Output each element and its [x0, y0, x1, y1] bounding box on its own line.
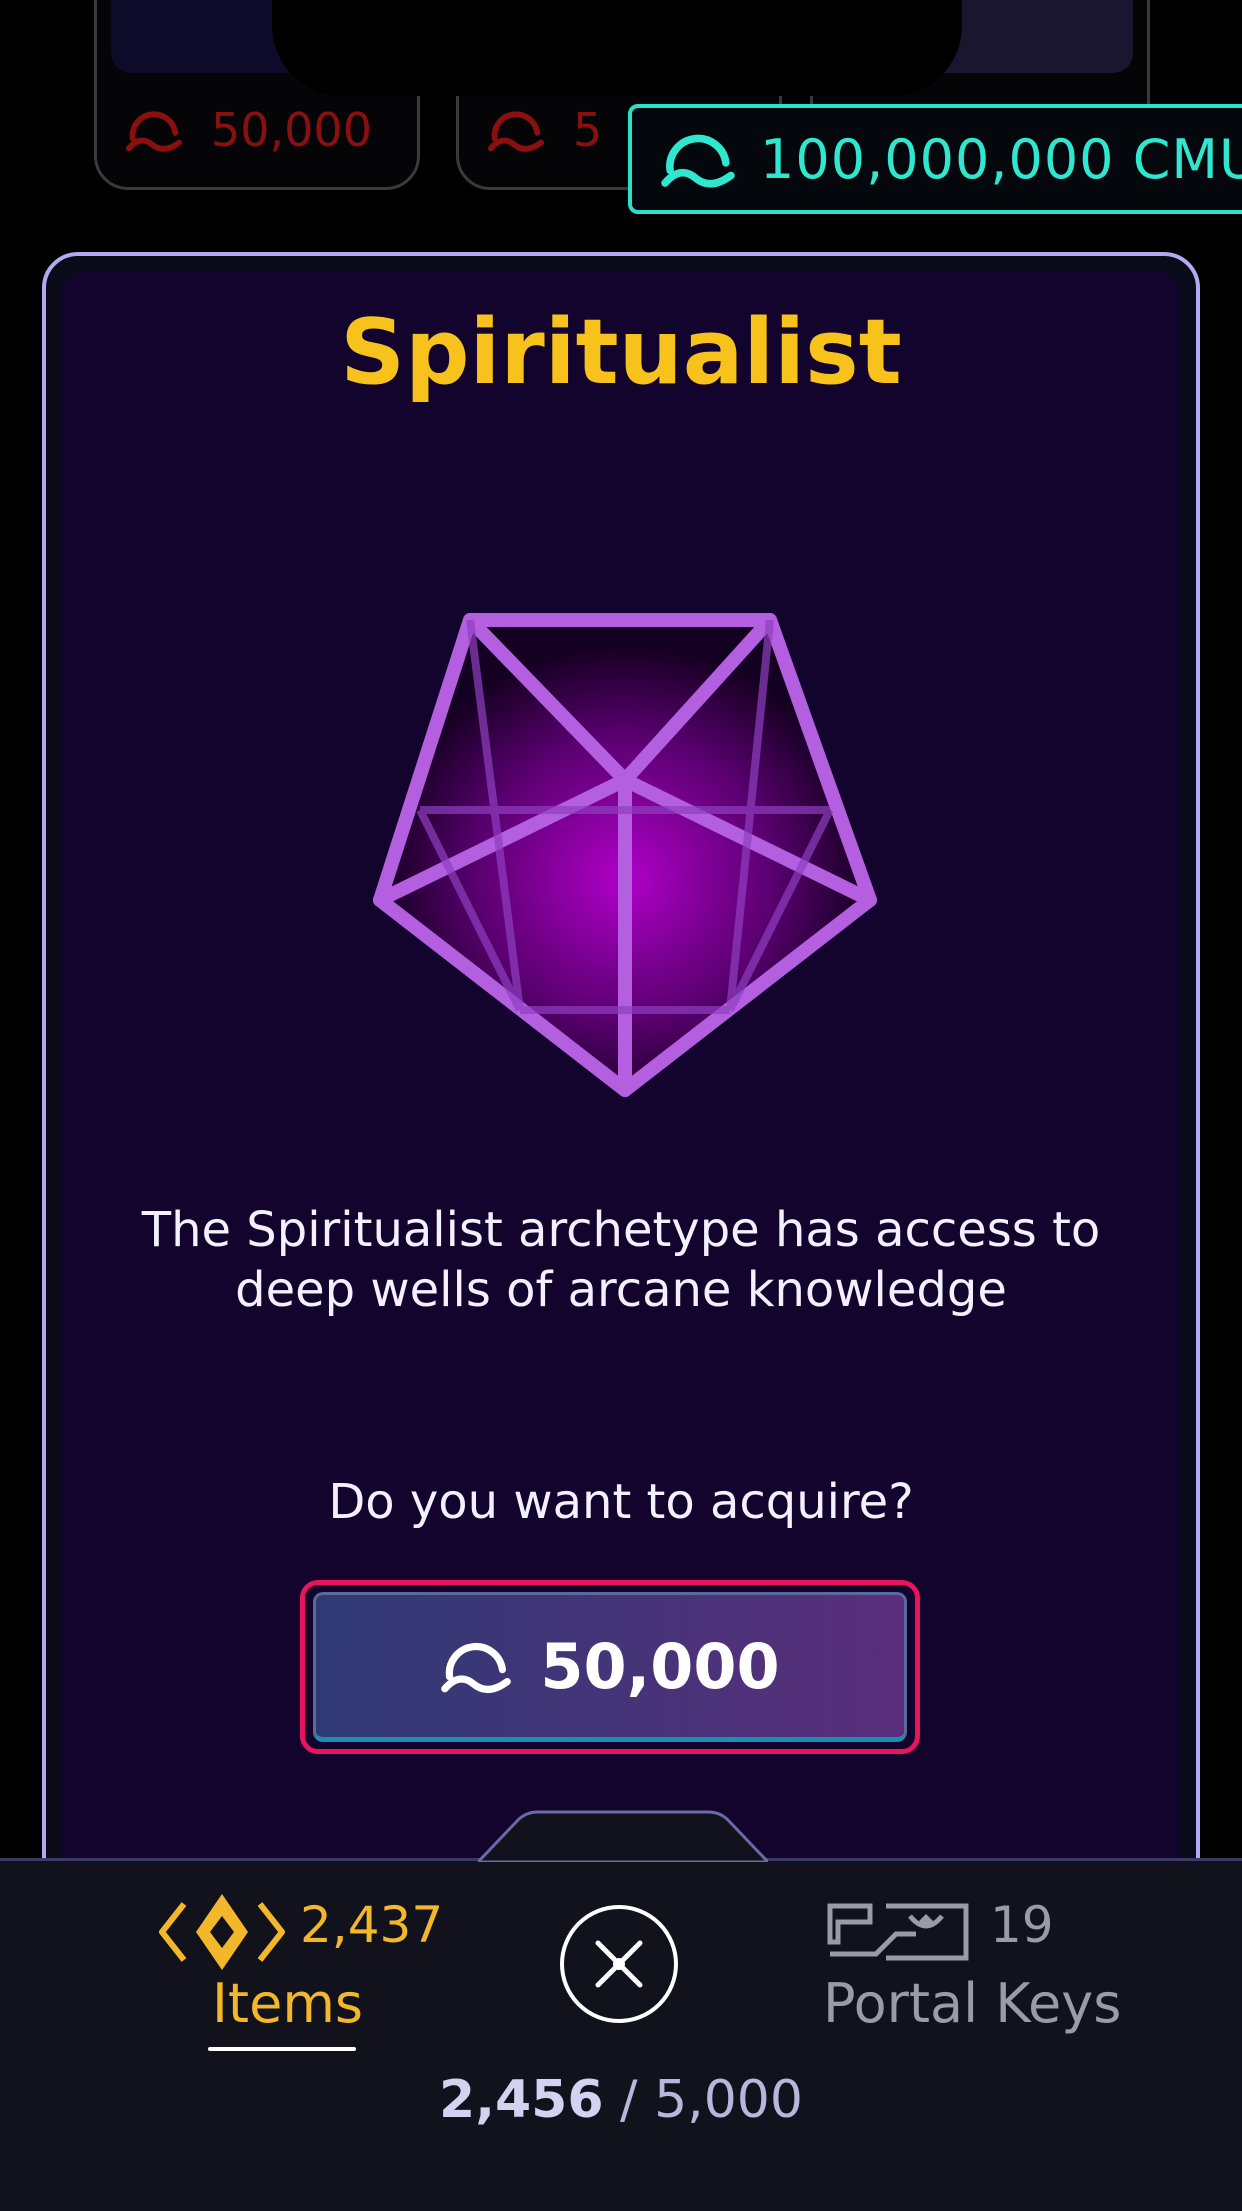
- cmu-balance-amount: 100,000,000 CMU: [760, 127, 1242, 191]
- shop-card-price-label: 5: [573, 103, 603, 157]
- cmu-currency-icon: [125, 111, 183, 152]
- inventory-capacity: 2,456 / 5,000: [0, 2070, 1242, 2130]
- items-label: Items: [212, 1972, 364, 2035]
- shop-card-price: 50,000: [125, 103, 372, 157]
- device-notch: [272, 0, 962, 96]
- portal-keys-count: 19: [990, 1896, 1054, 1954]
- portal-keys-label: Portal Keys: [823, 1972, 1122, 2035]
- cmu-currency-icon: [661, 134, 735, 188]
- capacity-separator: /: [620, 2070, 638, 2130]
- active-tab-indicator: [208, 2047, 356, 2051]
- cmu-currency-icon: [441, 1642, 512, 1693]
- buy-price: 50,000: [540, 1629, 780, 1703]
- buy-button[interactable]: 50,000: [313, 1592, 907, 1742]
- shop-card-price-label: 50,000: [211, 103, 372, 157]
- portal-key-icon: [827, 1903, 969, 1961]
- close-button[interactable]: [560, 1905, 678, 2023]
- items-icon: [159, 1894, 285, 1970]
- item-title: Spiritualist: [340, 300, 902, 405]
- acquire-question: Do you want to acquire?: [328, 1474, 914, 1530]
- cmu-balance: 100,000,000 CMU: [628, 104, 1242, 214]
- cmu-currency-icon: [487, 111, 545, 152]
- capacity-total: 5,000: [654, 2070, 803, 2130]
- close-icon: [595, 1940, 643, 1988]
- items-count: 2,437: [300, 1896, 444, 1954]
- item-description: The Spiritualist archetype has access to…: [141, 1202, 1101, 1318]
- capacity-used: 2,456: [439, 2070, 604, 2130]
- icosahedron-gem-icon: [373, 613, 877, 1097]
- bottom-bar-tab-bump: [478, 1810, 768, 1862]
- shop-card-price: 5: [487, 103, 602, 157]
